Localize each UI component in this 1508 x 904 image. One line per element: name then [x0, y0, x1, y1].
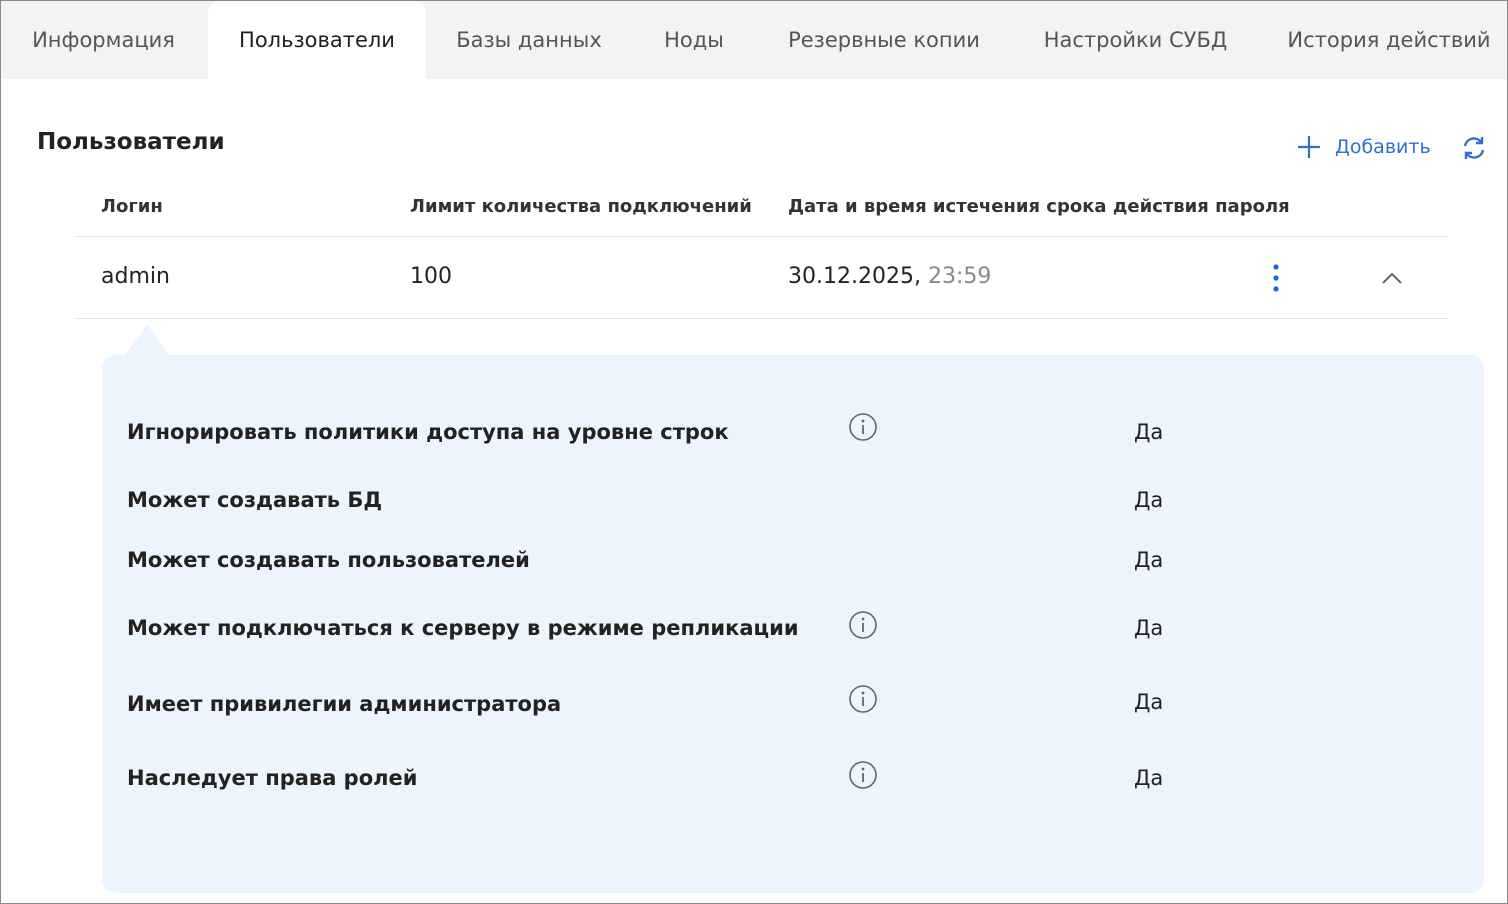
tab-backups[interactable]: Резервные копии [756, 1, 1012, 79]
chevron-up-icon[interactable] [1379, 267, 1405, 289]
column-header-connection-limit[interactable]: Лимит количества подключений [410, 196, 752, 217]
plus-icon [1298, 136, 1320, 158]
permission-value-row-security: Да [1134, 420, 1164, 444]
tab-nodes[interactable]: Ноды [632, 1, 756, 79]
info-icon[interactable] [848, 412, 878, 442]
header-divider [75, 236, 1447, 237]
tab-databases[interactable]: Базы данных [426, 1, 632, 79]
add-button[interactable]: Добавить [1297, 131, 1431, 163]
permission-value-replication: Да [1134, 616, 1164, 640]
permission-label-admin: Имеет привилегии администратора [127, 692, 562, 716]
add-button-label: Добавить [1335, 136, 1431, 158]
kebab-icon[interactable] [1265, 263, 1287, 293]
refresh-icon[interactable] [1460, 134, 1488, 162]
permission-label-inherit: Наследует права ролей [127, 766, 418, 790]
info-icon[interactable] [848, 610, 878, 640]
permission-value-create-users: Да [1134, 548, 1164, 572]
expiry-date: 30.12.2025, [788, 264, 921, 289]
details-pointer [124, 324, 170, 357]
info-icon[interactable] [848, 684, 878, 714]
row-divider [75, 318, 1447, 319]
expiry-cell: 30.12.2025, 23:59 [788, 264, 991, 289]
limit-cell: 100 [410, 264, 452, 289]
tab-action-history[interactable]: История действий [1259, 1, 1507, 79]
section-title: Пользователи [37, 129, 225, 155]
tab-bar: Информация Пользователи Базы данных Ноды… [1, 1, 1507, 79]
expiry-time: 23:59 [927, 264, 992, 289]
permission-value-create-db: Да [1134, 488, 1164, 512]
permission-label-replication: Может подключаться к серверу в режиме ре… [127, 616, 799, 640]
permission-label-row-security: Игнорировать политики доступа на уровне … [127, 420, 729, 444]
login-cell: admin [101, 264, 170, 289]
tab-users[interactable]: Пользователи [208, 1, 426, 79]
permission-value-admin: Да [1134, 690, 1164, 714]
permission-label-create-users: Может создавать пользователей [127, 548, 530, 572]
app-frame: Информация Пользователи Базы данных Ноды… [0, 0, 1508, 904]
tab-info[interactable]: Информация [1, 1, 206, 79]
tab-dbms-settings[interactable]: Настройки СУБД [1012, 1, 1259, 79]
column-header-login[interactable]: Логин [101, 196, 163, 217]
info-icon[interactable] [848, 760, 878, 790]
column-header-password-expiry[interactable]: Дата и время истечения срока действия па… [788, 196, 1290, 217]
permission-label-create-db: Может создавать БД [127, 488, 383, 512]
permission-value-inherit: Да [1134, 766, 1164, 790]
